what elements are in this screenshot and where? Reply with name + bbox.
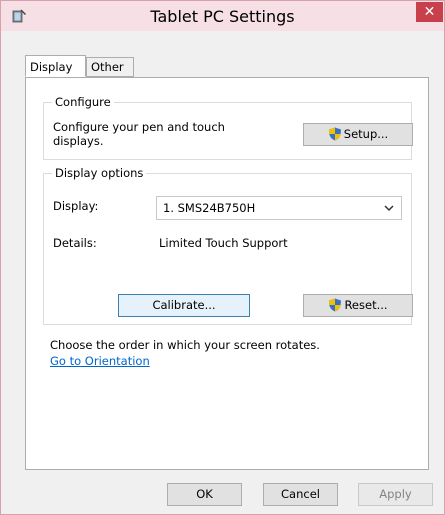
reset-button[interactable]: Reset...	[303, 294, 413, 317]
tab-display[interactable]: Display	[25, 55, 86, 77]
display-select[interactable]: 1. SMS24B750H	[156, 196, 402, 220]
configure-group-title: Configure	[52, 95, 114, 109]
details-value: Limited Touch Support	[159, 236, 288, 250]
apply-button[interactable]: Apply	[358, 483, 433, 506]
reset-button-label: Reset...	[344, 298, 388, 312]
display-options-group: Display options Display: 1. SMS24B750H D…	[43, 166, 413, 325]
tab-other[interactable]: Other	[86, 57, 134, 77]
title-bar[interactable]: Tablet PC Settings ✕	[1, 1, 444, 31]
uac-shield-icon	[328, 298, 342, 312]
setup-button[interactable]: Setup...	[303, 123, 413, 146]
configure-group: Configure Configure your pen and touch d…	[43, 95, 413, 160]
display-tab-panel: Configure Configure your pen and touch d…	[25, 77, 429, 470]
uac-shield-icon	[328, 127, 342, 141]
calibrate-button[interactable]: Calibrate...	[118, 294, 250, 317]
display-options-group-title: Display options	[52, 166, 147, 180]
details-label: Details:	[53, 236, 97, 250]
tablet-pc-settings-window: Tablet PC Settings ✕ Display Other Confi…	[0, 0, 445, 515]
cancel-button[interactable]: Cancel	[263, 483, 338, 506]
setup-button-label: Setup...	[343, 127, 389, 141]
go-to-orientation-link[interactable]: Go to Orientation	[50, 354, 150, 368]
ok-button[interactable]: OK	[167, 483, 242, 506]
display-select-value: 1. SMS24B750H	[163, 201, 256, 215]
display-label: Display:	[53, 199, 99, 213]
orientation-description: Choose the order in which your screen ro…	[50, 338, 320, 352]
chevron-down-icon	[383, 202, 395, 214]
close-button[interactable]: ✕	[416, 2, 443, 22]
configure-description: Configure your pen and touch displays.	[53, 120, 225, 148]
window-title: Tablet PC Settings	[150, 7, 295, 26]
